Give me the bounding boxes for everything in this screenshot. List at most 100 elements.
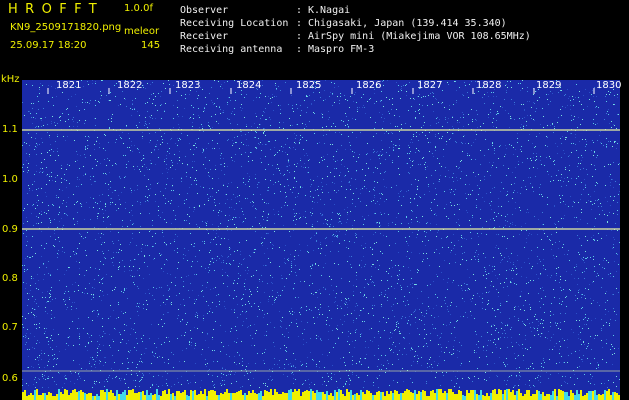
- noise-speckle: [364, 358, 365, 359]
- noise-speckle: [598, 107, 599, 108]
- noise-speckle: [306, 126, 307, 127]
- noise-speckle: [617, 230, 618, 231]
- noise-speckle: [295, 272, 296, 273]
- noise-speckle: [546, 157, 547, 158]
- noise-speckle: [441, 103, 442, 104]
- noise-speckle: [23, 327, 24, 328]
- noise-speckle: [40, 171, 41, 172]
- noise-speckle: [238, 278, 239, 279]
- noise-speckle: [550, 91, 551, 92]
- noise-speckle: [314, 100, 315, 101]
- noise-speckle: [174, 250, 175, 251]
- noise-speckle: [332, 241, 333, 242]
- noise-speckle: [213, 329, 214, 330]
- noise-speckle: [467, 317, 468, 318]
- noise-speckle: [467, 155, 468, 156]
- noise-speckle: [595, 335, 596, 336]
- noise-speckle: [560, 180, 561, 181]
- noise-speckle: [616, 253, 617, 254]
- noise-speckle: [181, 177, 182, 178]
- noise-speckle: [556, 175, 557, 176]
- noise-speckle: [74, 302, 75, 303]
- noise-speckle: [315, 264, 316, 265]
- noise-speckle: [263, 219, 264, 220]
- noise-speckle: [386, 152, 387, 153]
- noise-speckle: [340, 96, 341, 97]
- noise-speckle: [212, 127, 213, 128]
- noise-speckle: [417, 272, 418, 273]
- noise-speckle: [306, 310, 307, 311]
- noise-speckle: [565, 313, 566, 314]
- noise-speckle: [607, 221, 608, 222]
- noise-speckle: [157, 357, 158, 358]
- noise-speckle: [453, 181, 454, 182]
- noise-speckle: [113, 243, 114, 244]
- noise-speckle: [137, 364, 138, 365]
- noise-speckle: [553, 289, 554, 290]
- noise-speckle: [294, 216, 295, 217]
- noise-speckle: [175, 285, 176, 286]
- noise-speckle: [223, 374, 224, 375]
- noise-speckle: [139, 152, 140, 153]
- noise-speckle: [77, 160, 78, 161]
- noise-speckle: [168, 169, 169, 170]
- noise-speckle: [31, 213, 32, 214]
- noise-speckle: [355, 330, 356, 331]
- noise-speckle: [131, 190, 132, 191]
- noise-speckle: [438, 230, 439, 231]
- noise-speckle: [111, 118, 112, 119]
- noise-speckle: [288, 260, 289, 261]
- noise-speckle: [57, 269, 58, 270]
- noise-speckle: [210, 264, 211, 265]
- noise-speckle: [170, 203, 171, 204]
- noise-speckle: [268, 141, 269, 142]
- noise-speckle: [493, 324, 494, 325]
- noise-speckle: [436, 215, 437, 216]
- noise-speckle: [386, 322, 387, 323]
- noise-speckle: [456, 90, 457, 91]
- noise-speckle: [295, 224, 296, 225]
- noise-speckle: [153, 246, 154, 247]
- noise-speckle: [417, 205, 418, 206]
- noise-speckle: [393, 147, 394, 148]
- noise-speckle: [587, 257, 588, 258]
- noise-speckle: [298, 193, 299, 194]
- noise-speckle: [236, 364, 237, 365]
- noise-speckle: [504, 156, 505, 157]
- noise-speckle: [66, 202, 67, 203]
- noise-speckle: [147, 83, 148, 84]
- noise-speckle: [532, 322, 533, 323]
- noise-speckle: [129, 244, 130, 245]
- noise-speckle: [396, 326, 397, 327]
- noise-speckle: [606, 235, 607, 236]
- noise-speckle: [233, 298, 234, 299]
- noise-speckle: [87, 140, 88, 141]
- noise-speckle: [437, 365, 438, 366]
- noise-speckle: [356, 102, 357, 103]
- noise-speckle: [401, 289, 402, 290]
- noise-speckle: [554, 206, 555, 207]
- noise-speckle: [361, 267, 362, 268]
- noise-speckle: [379, 112, 380, 113]
- noise-speckle: [494, 339, 495, 340]
- noise-speckle: [371, 201, 372, 202]
- noise-speckle: [424, 164, 425, 165]
- noise-speckle: [593, 239, 594, 240]
- noise-speckle: [556, 343, 557, 344]
- noise-speckle: [326, 184, 327, 185]
- noise-speckle: [406, 163, 407, 164]
- noise-speckle: [384, 118, 385, 119]
- noise-speckle: [555, 323, 556, 324]
- noise-speckle: [374, 305, 375, 306]
- mode-label: meleor: [124, 26, 160, 37]
- noise-speckle: [189, 341, 190, 342]
- noise-speckle: [136, 373, 137, 374]
- noise-speckle: [382, 149, 383, 150]
- noise-speckle: [301, 166, 302, 167]
- noise-speckle: [45, 331, 46, 332]
- noise-speckle: [53, 205, 54, 206]
- noise-speckle: [308, 160, 309, 161]
- noise-speckle: [226, 194, 227, 195]
- noise-speckle: [371, 266, 372, 267]
- noise-speckle: [372, 248, 373, 249]
